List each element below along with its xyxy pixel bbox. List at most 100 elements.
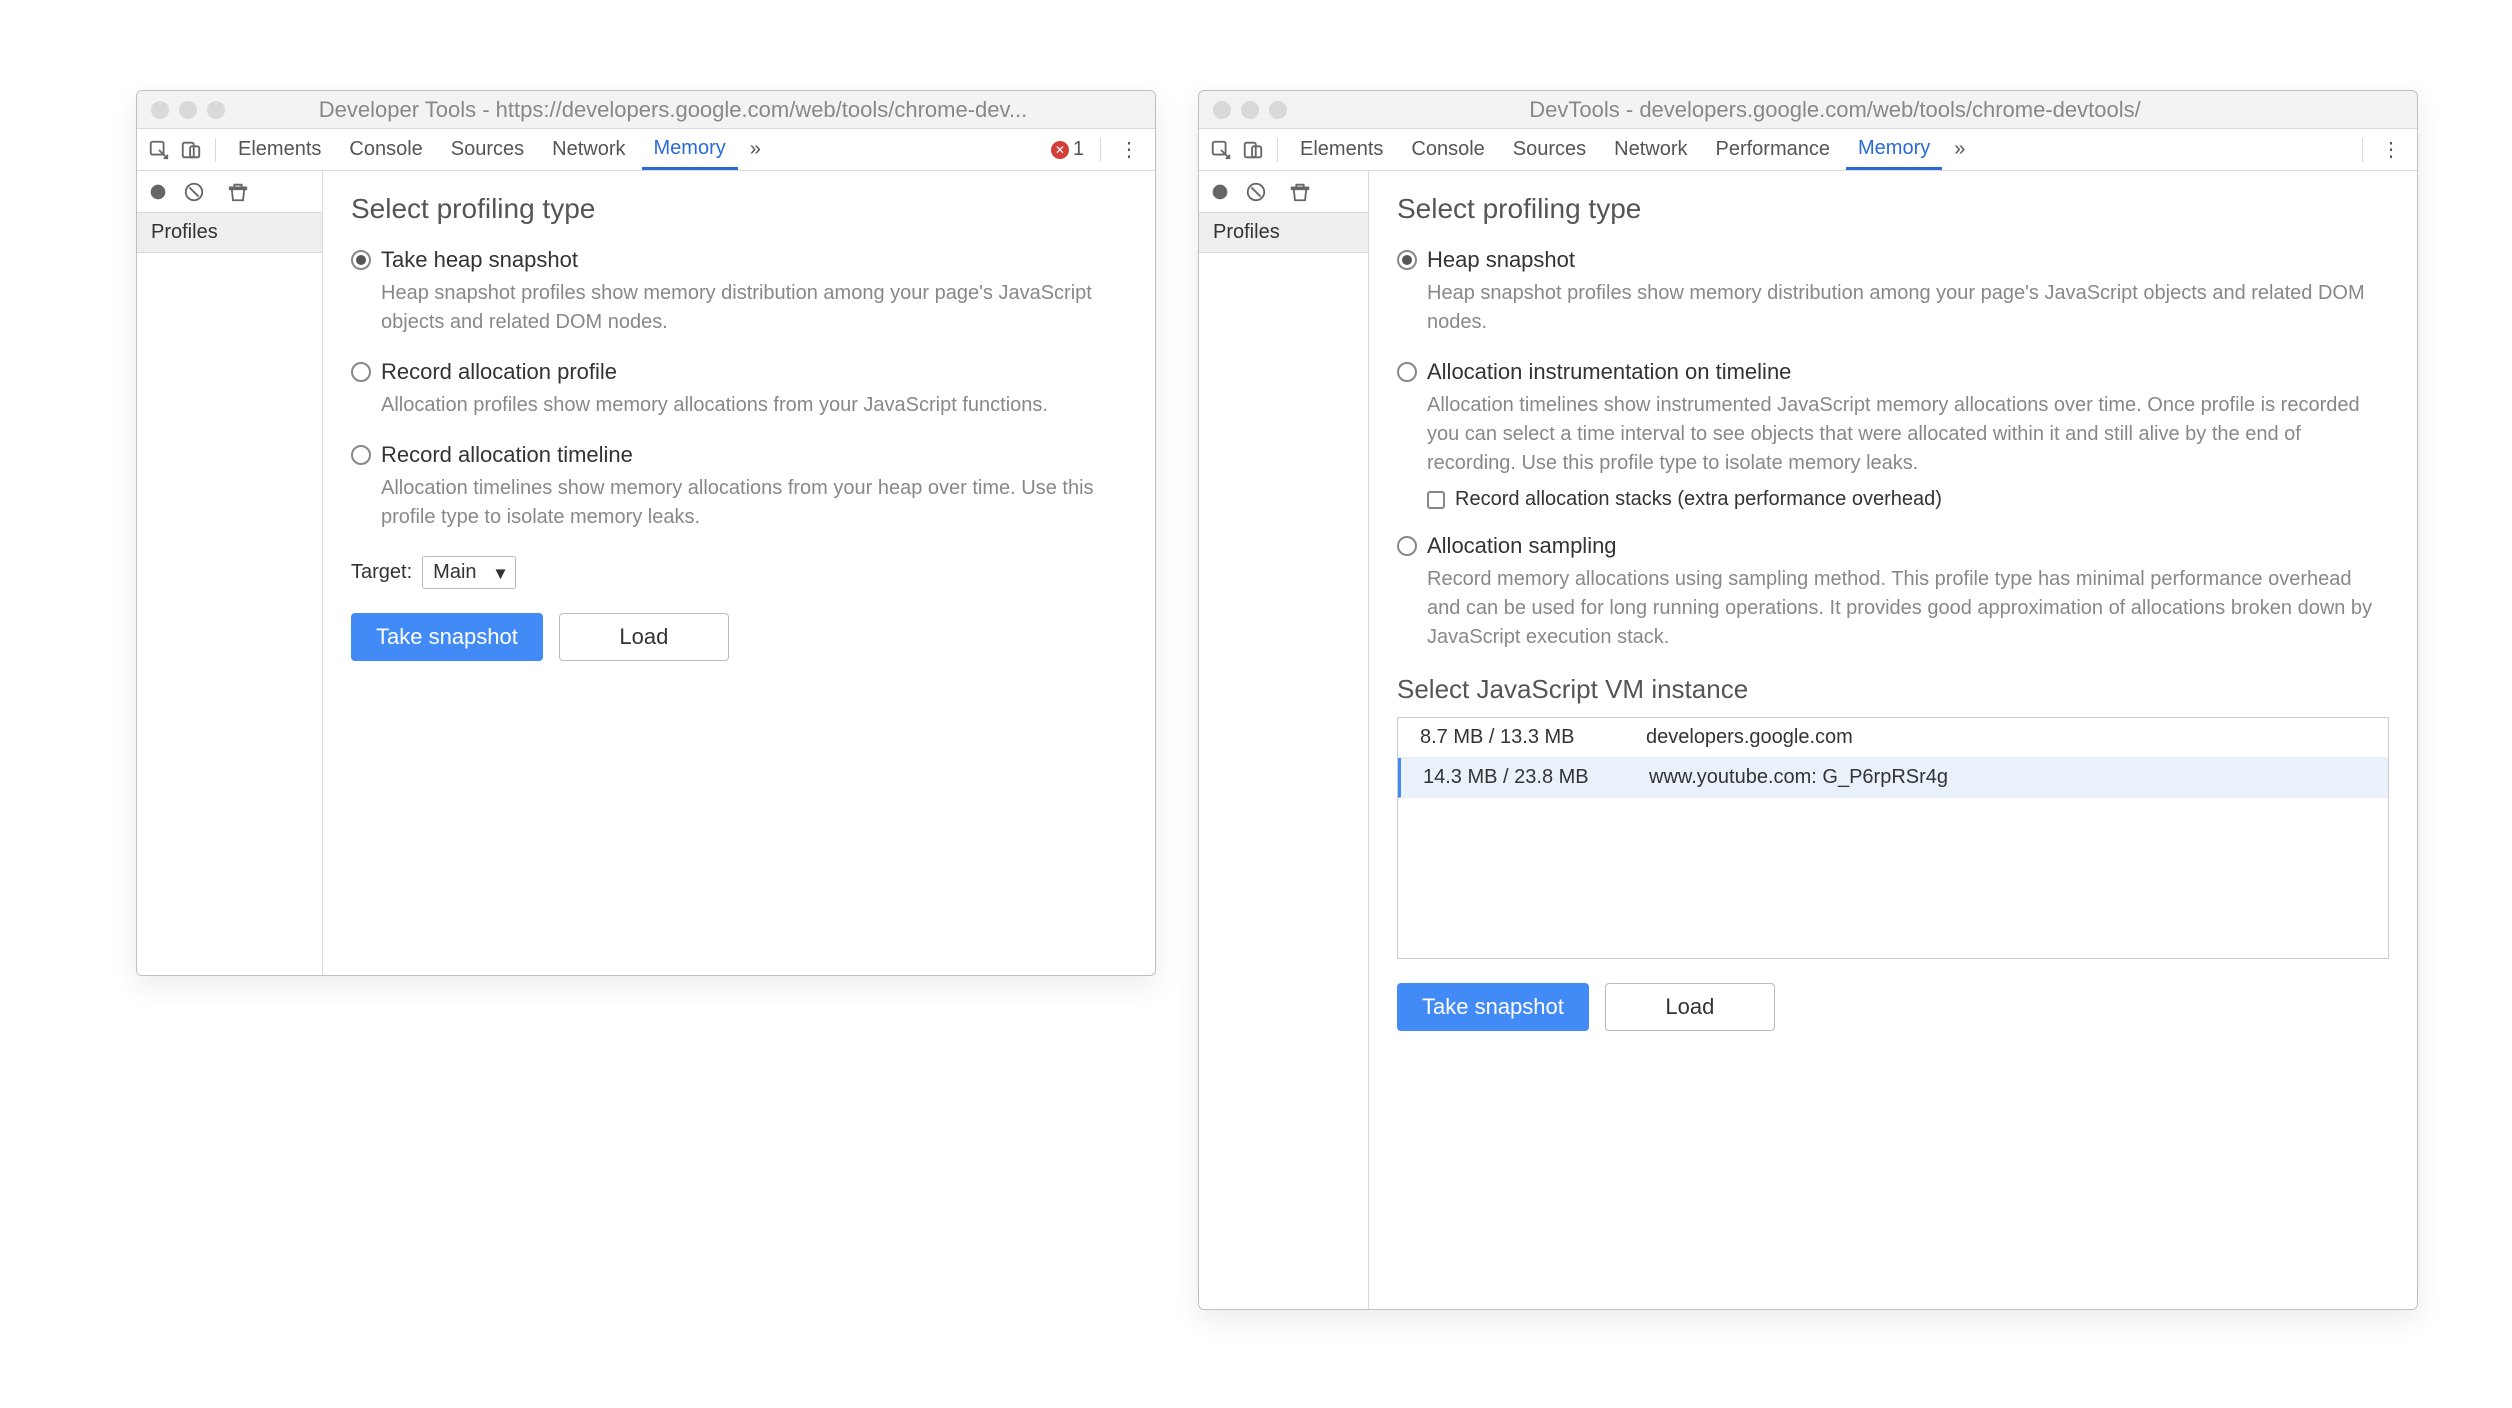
tab-performance[interactable]: Performance: [1704, 129, 1843, 170]
profiles-heading: Profiles: [137, 213, 322, 253]
radio-row[interactable]: Allocation instrumentation on timeline: [1397, 359, 2389, 385]
tab-network[interactable]: Network: [1602, 129, 1699, 170]
error-count-value: 1: [1073, 138, 1084, 161]
take-snapshot-button[interactable]: Take snapshot: [1397, 983, 1589, 1031]
traffic-lights: [151, 101, 225, 119]
panel-tabbar: Elements Console Sources Network Memory …: [137, 129, 1155, 171]
minimize-icon[interactable]: [179, 101, 197, 119]
target-select[interactable]: Main: [422, 556, 515, 589]
option-heap-snapshot: Heap snapshot Heap snapshot profiles sho…: [1397, 247, 2389, 337]
window-title: Developer Tools - https://developers.goo…: [245, 97, 1141, 123]
option-label: Allocation instrumentation on timeline: [1427, 359, 1791, 385]
traffic-lights: [1213, 101, 1287, 119]
window-title: DevTools - developers.google.com/web/too…: [1307, 97, 2403, 123]
radio-icon: [351, 445, 371, 465]
zoom-icon[interactable]: [207, 101, 225, 119]
panel-tabbar: Elements Console Sources Network Perform…: [1199, 129, 2417, 171]
vm-size: 14.3 MB / 23.8 MB: [1401, 766, 1641, 789]
tab-console[interactable]: Console: [337, 129, 434, 170]
content: Profiles Select profiling type Take heap…: [137, 171, 1155, 975]
vm-heading: Select JavaScript VM instance: [1397, 674, 2389, 705]
option-desc: Heap snapshot profiles show memory distr…: [1427, 279, 2389, 337]
more-tabs-icon[interactable]: »: [1946, 138, 1973, 161]
close-icon[interactable]: [1213, 101, 1231, 119]
radio-row[interactable]: Take heap snapshot: [351, 247, 1127, 273]
kebab-menu-icon[interactable]: ⋮: [1111, 137, 1147, 162]
tab-memory[interactable]: Memory: [642, 129, 738, 170]
vm-instance-table: 8.7 MB / 13.3 MB developers.google.com 1…: [1397, 717, 2389, 959]
option-desc: Allocation timelines show instrumented J…: [1427, 391, 2389, 478]
inspect-icon[interactable]: [145, 136, 173, 164]
clear-icon[interactable]: [183, 181, 205, 203]
record-icon[interactable]: [1209, 181, 1231, 203]
option-label: Record allocation timeline: [381, 442, 633, 468]
titlebar: DevTools - developers.google.com/web/too…: [1199, 91, 2417, 129]
tab-elements[interactable]: Elements: [226, 129, 333, 170]
separator: [1277, 138, 1278, 162]
tab-network[interactable]: Network: [540, 129, 637, 170]
tab-sources[interactable]: Sources: [1501, 129, 1598, 170]
option-desc: Allocation profiles show memory allocati…: [381, 391, 1127, 420]
more-tabs-icon[interactable]: »: [742, 138, 769, 161]
checkbox-label: Record allocation stacks (extra performa…: [1455, 488, 1942, 511]
option-allocation-timeline: Record allocation timeline Allocation ti…: [351, 442, 1127, 532]
option-desc: Heap snapshot profiles show memory distr…: [381, 279, 1127, 337]
option-label: Record allocation profile: [381, 359, 617, 385]
option-heap-snapshot: Take heap snapshot Heap snapshot profile…: [351, 247, 1127, 337]
target-select-wrap: Main: [422, 556, 515, 589]
vm-row[interactable]: 14.3 MB / 23.8 MB www.youtube.com: G_P6r…: [1398, 758, 2388, 798]
option-label: Heap snapshot: [1427, 247, 1575, 273]
record-stacks-checkbox-row[interactable]: Record allocation stacks (extra performa…: [1427, 488, 2389, 511]
minimize-icon[interactable]: [1241, 101, 1259, 119]
take-snapshot-button[interactable]: Take snapshot: [351, 613, 543, 661]
vm-row[interactable]: 8.7 MB / 13.3 MB developers.google.com: [1398, 718, 2388, 758]
sidebar: Profiles: [137, 171, 323, 975]
checkbox-icon: [1427, 491, 1445, 509]
vm-name: developers.google.com: [1638, 726, 2388, 749]
separator: [1100, 138, 1101, 162]
main-panel: Select profiling type Take heap snapshot…: [323, 171, 1155, 975]
kebab-menu-icon[interactable]: ⋮: [2373, 137, 2409, 162]
content: Profiles Select profiling type Heap snap…: [1199, 171, 2417, 1309]
sidebar: Profiles: [1199, 171, 1369, 1309]
titlebar: Developer Tools - https://developers.goo…: [137, 91, 1155, 129]
radio-row[interactable]: Record allocation profile: [351, 359, 1127, 385]
page-title: Select profiling type: [351, 193, 1127, 225]
radio-row[interactable]: Record allocation timeline: [351, 442, 1127, 468]
tab-console[interactable]: Console: [1399, 129, 1496, 170]
target-label: Target:: [351, 561, 412, 584]
devtools-window-right: DevTools - developers.google.com/web/too…: [1198, 90, 2418, 1310]
error-count[interactable]: ✕ 1: [1045, 138, 1090, 161]
device-toggle-icon[interactable]: [1239, 136, 1267, 164]
target-row: Target: Main: [351, 556, 1127, 589]
devtools-window-left: Developer Tools - https://developers.goo…: [136, 90, 1156, 976]
button-row: Take snapshot Load: [351, 613, 1127, 661]
radio-icon: [1397, 536, 1417, 556]
load-button[interactable]: Load: [559, 613, 729, 661]
option-desc: Allocation timelines show memory allocat…: [381, 474, 1127, 532]
clear-icon[interactable]: [1245, 181, 1267, 203]
record-icon[interactable]: [147, 181, 169, 203]
inspect-icon[interactable]: [1207, 136, 1235, 164]
trash-icon[interactable]: [1289, 181, 1311, 203]
separator: [215, 138, 216, 162]
trash-icon[interactable]: [227, 181, 249, 203]
profiles-toolbar: [1199, 171, 1368, 213]
zoom-icon[interactable]: [1269, 101, 1287, 119]
option-allocation-sampling: Allocation sampling Record memory alloca…: [1397, 533, 2389, 652]
radio-icon: [351, 362, 371, 382]
option-desc: Record memory allocations using sampling…: [1427, 565, 2389, 652]
radio-icon: [1397, 362, 1417, 382]
vm-empty-space: [1398, 798, 2388, 958]
device-toggle-icon[interactable]: [177, 136, 205, 164]
tab-memory[interactable]: Memory: [1846, 129, 1942, 170]
tab-sources[interactable]: Sources: [439, 129, 536, 170]
tab-elements[interactable]: Elements: [1288, 129, 1395, 170]
option-label: Take heap snapshot: [381, 247, 578, 273]
radio-row[interactable]: Allocation sampling: [1397, 533, 2389, 559]
load-button[interactable]: Load: [1605, 983, 1775, 1031]
option-allocation-timeline: Allocation instrumentation on timeline A…: [1397, 359, 2389, 511]
separator: [2362, 138, 2363, 162]
close-icon[interactable]: [151, 101, 169, 119]
radio-row[interactable]: Heap snapshot: [1397, 247, 2389, 273]
